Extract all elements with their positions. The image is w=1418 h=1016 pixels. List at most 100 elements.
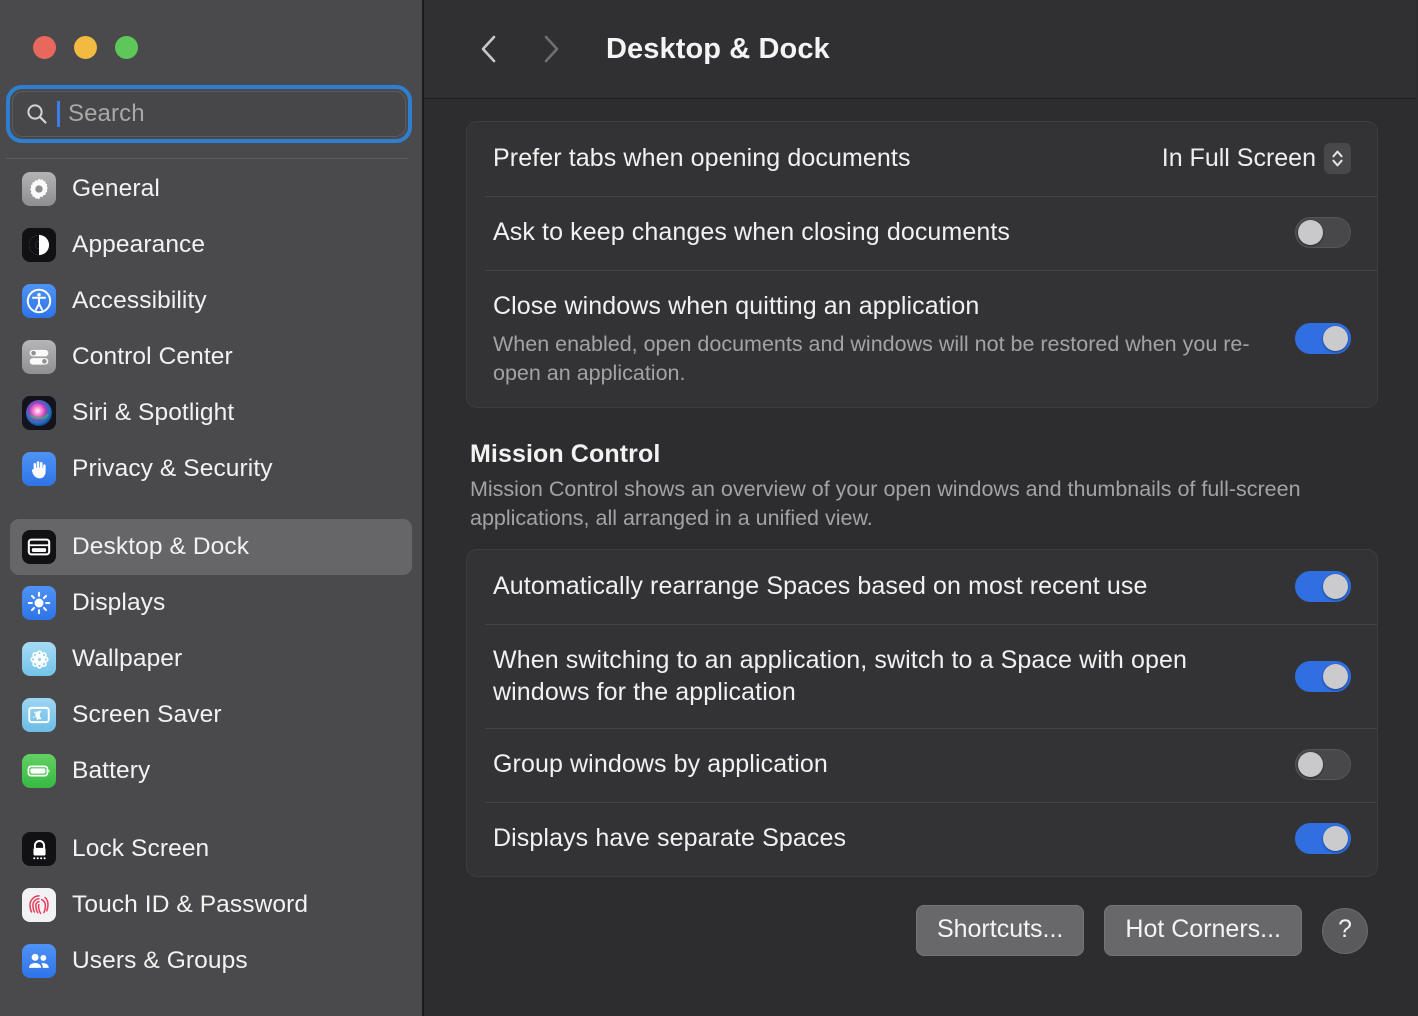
desktop-dock-icon [22, 530, 56, 564]
sidebar-item-label: Desktop & Dock [72, 533, 250, 560]
touch-id-fingerprint-icon [22, 888, 56, 922]
section-title: Mission Control [470, 440, 661, 469]
hot-corners-button[interactable]: Hot Corners... [1104, 905, 1302, 957]
sidebar-item-label: Screen Saver [72, 701, 222, 728]
mission-control-section-header: Mission Control Mission Control shows an… [470, 440, 1378, 533]
toggle-knob [1323, 663, 1348, 689]
close-button[interactable] [33, 36, 56, 59]
setting-label: Close windows when quitting an applicati… [493, 292, 980, 320]
sidebar-item-siri-spotlight[interactable]: Siri & Spotlight [10, 385, 412, 441]
setting-row-close-windows[interactable]: Close windows when quitting an applicati… [467, 270, 1377, 407]
sidebar-item-accessibility[interactable]: Accessibility [10, 273, 412, 329]
back-button[interactable] [464, 23, 516, 75]
setting-label: Displays have separate Spaces [493, 824, 847, 853]
setting-label: Group windows by application [493, 750, 828, 779]
setting-label: Automatically rearrange Spaces based on … [493, 572, 1148, 601]
users-groups-icon [22, 944, 56, 978]
sidebar-item-displays[interactable]: Displays [10, 575, 412, 631]
toggle-knob [1323, 573, 1348, 599]
switch-to-space-toggle[interactable] [1295, 660, 1351, 692]
search-placeholder: Search [68, 100, 145, 127]
settings-scroll-area[interactable]: Prefer tabs when opening documents In Fu… [424, 99, 1416, 1016]
maximize-button[interactable] [115, 36, 138, 59]
setting-description: When enabled, open documents and windows… [493, 332, 1250, 385]
sidebar-item-label: Displays [72, 589, 166, 616]
toggle-knob [1323, 326, 1348, 352]
battery-icon [22, 754, 56, 788]
sidebar-item-label: General [72, 175, 160, 202]
section-description: Mission Control shows an overview of you… [470, 477, 1301, 531]
sidebar-item-label: Touch ID & Password [72, 891, 309, 918]
system-settings-window: Search General Appearance Accessibility … [0, 0, 1418, 1016]
sidebar-group-3: Lock Screen Touch ID & Password Users & … [0, 821, 422, 989]
toggle-knob [1298, 219, 1323, 245]
sidebar-item-privacy-security[interactable]: Privacy & Security [10, 441, 412, 497]
sidebar-item-label: Battery [72, 757, 151, 784]
page-title: Desktop & Dock [606, 32, 830, 65]
auto-rearrange-spaces-toggle[interactable] [1295, 570, 1351, 602]
sidebar: Search General Appearance Accessibility … [0, 0, 424, 1016]
sidebar-item-users-groups[interactable]: Users & Groups [10, 933, 412, 989]
forward-button[interactable] [524, 23, 576, 75]
sidebar-item-lock-screen[interactable]: Lock Screen [10, 821, 412, 877]
displays-brightness-icon [22, 586, 56, 620]
setting-row-prefer-tabs[interactable]: Prefer tabs when opening documents In Fu… [467, 122, 1377, 196]
sidebar-item-wallpaper[interactable]: Wallpaper [10, 631, 412, 687]
toggle-knob [1323, 825, 1348, 851]
setting-row-auto-rearrange-spaces[interactable]: Automatically rearrange Spaces based on … [467, 550, 1377, 624]
setting-label: Prefer tabs when opening documents [493, 144, 911, 172]
search-icon [27, 104, 47, 124]
toggle-knob [1298, 751, 1323, 777]
siri-orb-icon [22, 396, 56, 430]
window-controls [0, 0, 422, 59]
toolbar: Desktop & Dock [424, 0, 1416, 99]
sidebar-item-label: Lock Screen [72, 835, 210, 862]
sidebar-item-appearance[interactable]: Appearance [10, 217, 412, 273]
sidebar-item-battery[interactable]: Battery [10, 743, 412, 799]
privacy-hand-icon [22, 452, 56, 486]
sidebar-item-label: Wallpaper [72, 645, 183, 672]
content-pane: Desktop & Dock Prefer tabs when opening … [424, 0, 1416, 1016]
search-field[interactable]: Search [12, 91, 406, 137]
setting-row-group-windows[interactable]: Group windows by application [467, 728, 1377, 802]
sidebar-item-desktop-dock[interactable]: Desktop & Dock [10, 519, 412, 575]
separate-spaces-toggle[interactable] [1295, 822, 1351, 854]
sidebar-group-1: General Appearance Accessibility Control… [0, 161, 422, 497]
setting-row-switch-to-space[interactable]: When switching to an application, switch… [467, 624, 1377, 728]
sidebar-item-control-center[interactable]: Control Center [10, 329, 412, 385]
search-container: Search [0, 59, 422, 159]
sidebar-item-general[interactable]: General [10, 161, 412, 217]
popup-selected-value: In Full Screen [1161, 143, 1316, 172]
setting-label: Ask to keep changes when closing documen… [493, 218, 1011, 246]
chevron-right-icon [544, 35, 559, 63]
sidebar-item-label: Users & Groups [72, 947, 248, 974]
help-button[interactable]: ? [1322, 907, 1368, 954]
sidebar-group-2: Desktop & Dock Displays Wallpaper Screen… [0, 519, 422, 799]
control-center-sliders-icon [22, 340, 56, 374]
setting-row-separate-spaces[interactable]: Displays have separate Spaces [467, 802, 1377, 876]
sidebar-list[interactable]: General Appearance Accessibility Control… [0, 159, 422, 1016]
gear-icon [22, 172, 56, 206]
footer-button-row: Shortcuts... Hot Corners... ? [466, 905, 1378, 957]
chevron-up-down-icon [1324, 142, 1351, 174]
sidebar-item-label: Siri & Spotlight [72, 399, 235, 426]
mission-control-settings-card: Automatically rearrange Spaces based on … [466, 549, 1378, 878]
screen-saver-moon-icon [22, 698, 56, 732]
sidebar-item-screen-saver[interactable]: Screen Saver [10, 687, 412, 743]
lock-icon [22, 832, 56, 866]
accessibility-person-icon [22, 284, 56, 318]
sidebar-item-touch-id-password[interactable]: Touch ID & Password [10, 877, 412, 933]
minimize-button[interactable] [74, 36, 97, 59]
sidebar-item-label: Privacy & Security [72, 455, 273, 482]
group-windows-toggle[interactable] [1295, 748, 1351, 780]
sidebar-item-label: Appearance [72, 231, 206, 258]
setting-label: When switching to an application, switch… [493, 646, 1187, 707]
close-windows-toggle[interactable] [1295, 323, 1351, 355]
chevron-left-icon [481, 35, 496, 63]
prefer-tabs-popup-button[interactable]: In Full Screen [1161, 142, 1351, 174]
setting-row-ask-keep-changes[interactable]: Ask to keep changes when closing documen… [467, 196, 1377, 270]
ask-keep-changes-toggle[interactable] [1295, 216, 1351, 248]
wallpaper-flower-icon [22, 642, 56, 676]
shortcuts-button[interactable]: Shortcuts... [915, 905, 1085, 957]
appearance-contrast-icon [22, 228, 56, 262]
